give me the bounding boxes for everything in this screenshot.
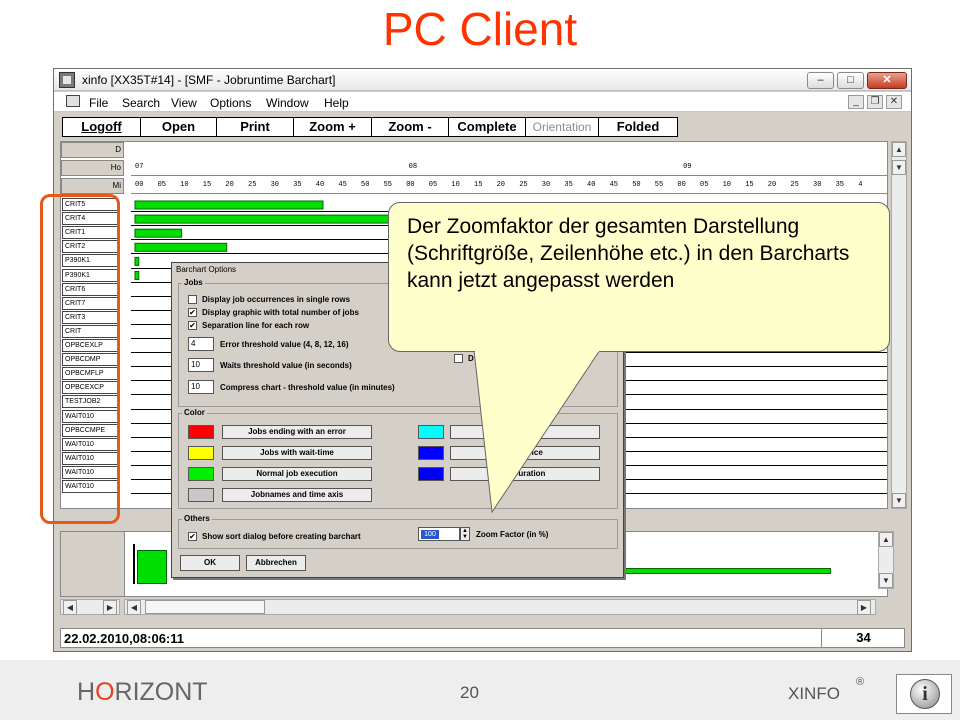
registered-mark: ® [856,676,865,688]
brand-logo: HORIZONT [77,678,208,706]
info-icon: i [910,679,940,709]
callout-tail-mask [475,347,599,352]
page-number: 20 [460,683,479,702]
slide: PC Client xinfo [XX35T#14] - [SMF - Jobr… [0,0,960,720]
product-name: XINFO [788,684,840,703]
info-button[interactable]: i [896,674,952,714]
